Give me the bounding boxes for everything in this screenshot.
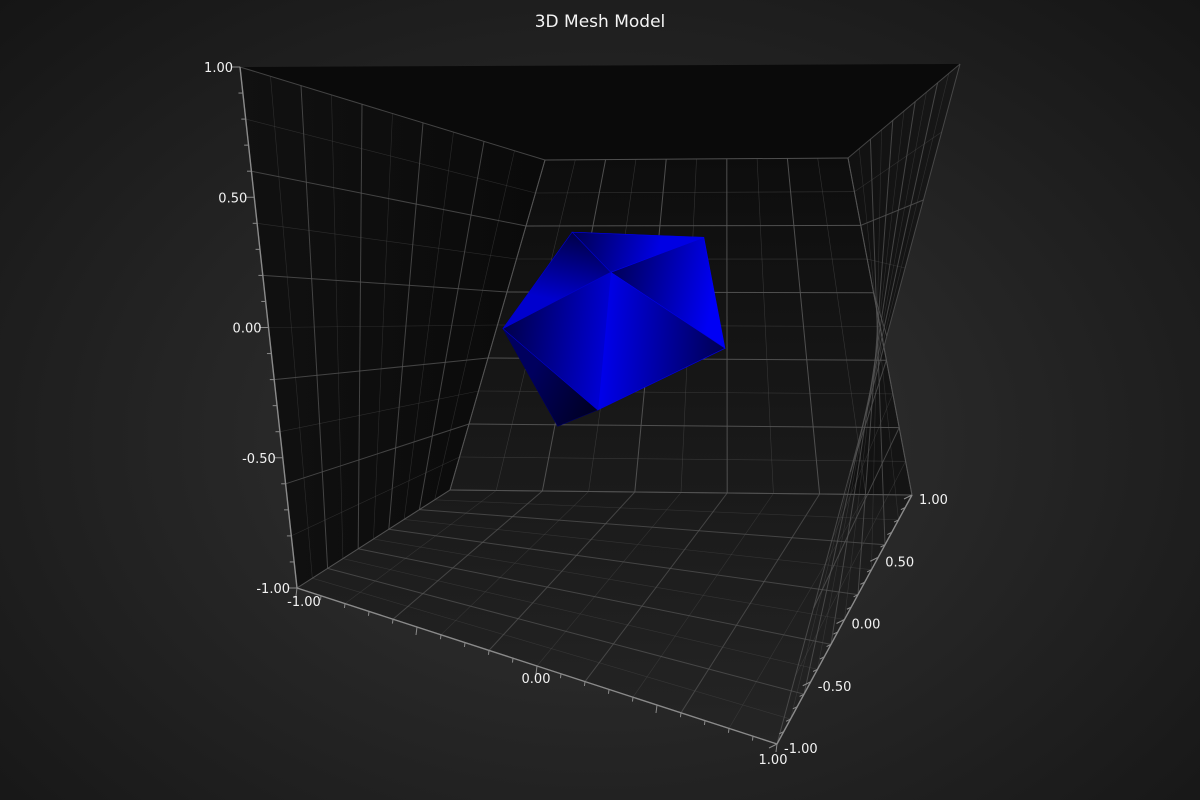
y-tick-label: 0.50: [218, 191, 247, 206]
x-axis-tick: [343, 603, 346, 609]
x-axis-tick: [391, 619, 394, 624]
x-axis-tick: [751, 736, 754, 741]
x-axis-tick: [679, 712, 682, 718]
x-axis-tick: [367, 611, 370, 616]
z-axis-tick: [768, 743, 778, 749]
x-axis-tick: [703, 720, 706, 726]
x-axis-tick: [583, 681, 586, 687]
z-tick-label: -1.00: [784, 742, 818, 757]
z-tick-label: -0.50: [818, 680, 852, 695]
chart-title: 3D Mesh Model: [535, 12, 666, 32]
chart-3d[interactable]: -1.00 -0.50 0.00 0.50 1.00 -1.00 0.00 1.00 -1.00…: [0, 0, 1200, 800]
x-axis-tick: [775, 743, 778, 753]
z-tick-label: 0.00: [852, 618, 881, 633]
x-axis-tick: [463, 642, 466, 648]
x-axis-tick: [631, 697, 634, 702]
z-tick-label: 0.50: [885, 555, 914, 570]
z-tick-label: 1.00: [919, 493, 948, 508]
y-tick-label: 1.00: [204, 61, 233, 76]
x-axis-tick: [559, 673, 562, 679]
y-tick-label: -0.50: [242, 452, 276, 467]
x-axis-tick: [655, 704, 658, 714]
x-axis-tick: [439, 634, 442, 640]
x-axis-tick: [511, 658, 514, 663]
x-tick-label: -1.00: [287, 595, 321, 610]
x-axis-tick: [727, 728, 730, 733]
x-axis-tick: [415, 626, 418, 636]
x-tick-label: 0.00: [522, 672, 551, 687]
x-axis-tick: [607, 689, 610, 694]
back-wall-gridline: [525, 224, 861, 227]
y-tick-label: 0.00: [233, 322, 262, 337]
y-tick-label: -1.00: [256, 582, 290, 597]
x-axis-tick: [487, 650, 490, 655]
chart-svg: -1.00 -0.50 0.00 0.50 1.00 -1.00 0.00 1.00 -1.00…: [204, 12, 961, 768]
